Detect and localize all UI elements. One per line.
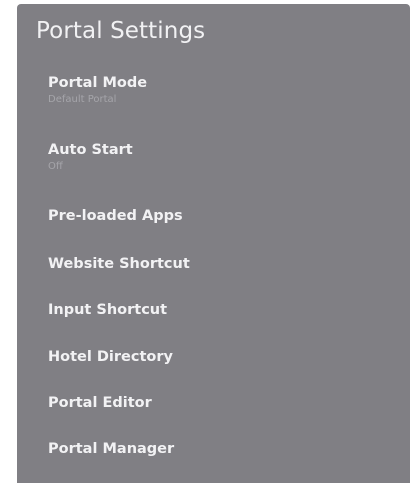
- menu-item-label: Website Shortcut: [48, 256, 190, 272]
- menu-item-label: Portal Mode: [48, 75, 148, 91]
- menu-item-label: Pre-loaded Apps: [48, 208, 183, 224]
- menu-item-value: Default Portal: [48, 94, 117, 105]
- panel-title: Portal Settings: [36, 18, 206, 44]
- menu-item-label: Auto Start: [48, 142, 133, 158]
- menu-item-value: Off: [48, 161, 63, 172]
- menu-item-hotel-directory[interactable]: Hotel Directory: [48, 349, 400, 365]
- menu-item-label: Portal Manager: [48, 441, 175, 457]
- menu-item-portal-manager[interactable]: Portal Manager: [48, 441, 400, 457]
- menu-item-portal-mode[interactable]: Portal Mode Default Portal: [48, 75, 400, 105]
- menu-item-input-shortcut[interactable]: Input Shortcut: [48, 302, 400, 318]
- menu-item-auto-start[interactable]: Auto Start Off: [48, 142, 400, 172]
- menu-item-portal-editor[interactable]: Portal Editor: [48, 395, 400, 411]
- portal-settings-panel: Portal Settings Portal Mode Default Port…: [17, 4, 410, 483]
- menu-item-label: Hotel Directory: [48, 349, 173, 365]
- menu-item-website-shortcut[interactable]: Website Shortcut: [48, 256, 400, 272]
- menu-item-label: Portal Editor: [48, 395, 152, 411]
- menu-item-label: Input Shortcut: [48, 302, 168, 318]
- menu-item-pre-loaded-apps[interactable]: Pre-loaded Apps: [48, 208, 400, 224]
